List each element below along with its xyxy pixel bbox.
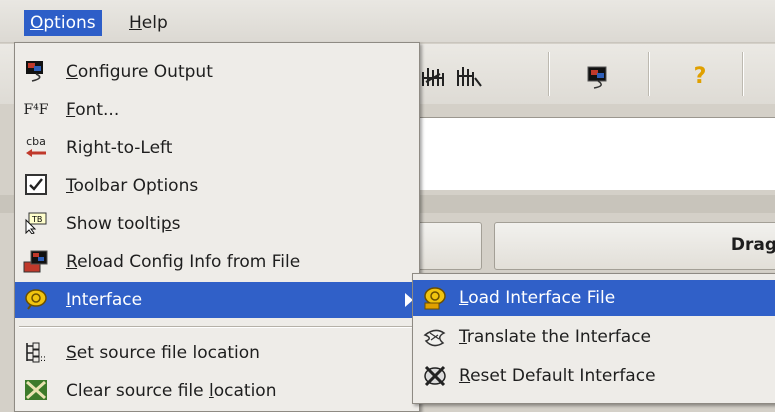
menu-item-show-tooltips[interactable]: TB Show tooltips	[15, 206, 419, 242]
monitor-config-icon	[23, 60, 49, 84]
help-icon[interactable]: ?	[686, 64, 714, 90]
menu-item-toolbar-options[interactable]: Toolbar Options	[15, 168, 419, 204]
hand-group-icon[interactable]	[420, 64, 448, 90]
submenu-item-translate-interface[interactable]: Translate the Interface	[413, 319, 775, 355]
drag-label: Drag	[730, 235, 775, 255]
text-area[interactable]	[400, 117, 775, 190]
menu-item-right-to-left[interactable]: cba Right-to-Left	[15, 130, 419, 166]
menu-item-reload-config[interactable]: Reload Config Info from File	[15, 244, 419, 280]
menu-item-configure-output[interactable]: Configure Output	[15, 54, 419, 90]
menu-item-clear-source-location[interactable]: Clear source file location	[15, 373, 419, 409]
menu-item-font[interactable]: F⁴F Font...	[15, 92, 419, 128]
right-to-left-icon: cba	[23, 136, 49, 160]
translate-interface-icon	[421, 325, 449, 349]
font-icon: F⁴F	[23, 102, 49, 118]
interface-submenu: Load Interface File Translate the Interf…	[412, 273, 775, 404]
hand-group-2-icon[interactable]	[455, 64, 483, 90]
reset-interface-icon	[421, 364, 449, 388]
options-menu: Configure Output F⁴F Font... cba Right-t…	[14, 42, 420, 412]
interface-icon	[23, 288, 49, 312]
menu-options[interactable]: Options	[24, 10, 102, 36]
submenu-item-reset-interface[interactable]: Reset Default Interface	[413, 358, 775, 394]
svg-text:::: ::	[40, 354, 46, 363]
menu-separator	[19, 326, 415, 328]
config-monitor-icon[interactable]	[584, 64, 612, 90]
menu-item-interface[interactable]: Interface	[15, 282, 419, 318]
reload-config-icon	[23, 250, 49, 274]
source-location-icon: ::	[23, 341, 49, 365]
drag-button[interactable]: Drag	[494, 222, 775, 270]
clear-location-icon	[23, 379, 49, 403]
menu-help[interactable]: Help	[123, 10, 174, 36]
load-interface-icon	[421, 286, 449, 310]
svg-text:TB: TB	[31, 215, 42, 224]
submenu-item-load-interface[interactable]: Load Interface File	[413, 280, 775, 316]
menu-item-set-source-location[interactable]: :: Set source file location	[15, 335, 419, 371]
menubar: Options Help	[0, 0, 775, 43]
toolbar-checkbox-icon	[23, 174, 49, 198]
tooltip-icon: TB	[23, 212, 49, 236]
